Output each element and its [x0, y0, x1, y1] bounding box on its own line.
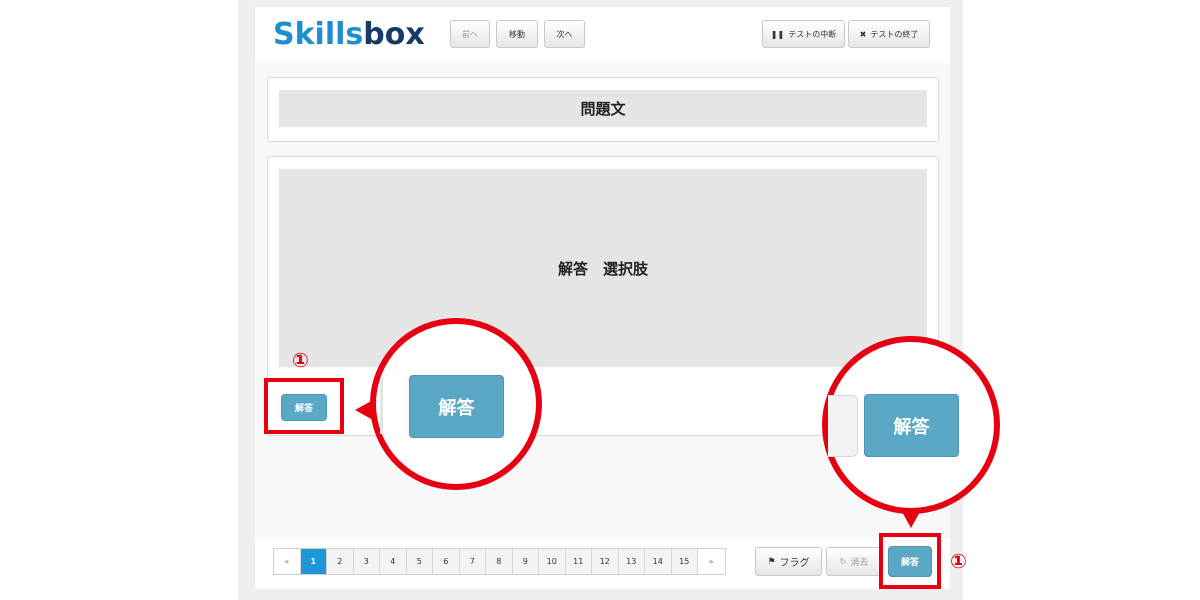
- move-button[interactable]: 移動: [496, 20, 538, 48]
- page-5[interactable]: 5: [406, 549, 433, 574]
- next-button-label: 次へ: [556, 29, 573, 39]
- logo-part1: Skills: [273, 17, 364, 52]
- end-test-label: テストの終了: [870, 29, 919, 39]
- panel-edge: [380, 378, 383, 434]
- answer-choices: 解答 選択肢: [279, 169, 927, 367]
- move-button-label: 移動: [509, 29, 525, 39]
- clear-button[interactable]: ↻ 消去: [826, 547, 882, 576]
- page-1[interactable]: 1: [300, 549, 327, 574]
- page-9[interactable]: 9: [512, 549, 539, 574]
- answer-button-magnified-right: 解答: [864, 394, 959, 457]
- flag-button[interactable]: ⚑ フラグ: [755, 547, 822, 576]
- close-icon: ✖: [859, 29, 867, 39]
- page-10[interactable]: 10: [539, 549, 566, 574]
- page-15[interactable]: 15: [671, 549, 698, 574]
- clear-button-label: 消去: [850, 558, 869, 568]
- page-7[interactable]: 7: [459, 549, 486, 574]
- answer-button-small-label: 解答: [294, 404, 313, 414]
- callout-marker-right: ①: [950, 549, 967, 573]
- flag-icon: ⚑: [767, 556, 776, 567]
- answer-button-magnified-left: 解答: [409, 375, 504, 438]
- next-button[interactable]: 次へ: [544, 20, 585, 48]
- page-prev-button[interactable]: «: [274, 549, 301, 574]
- page-6[interactable]: 6: [433, 549, 460, 574]
- end-test-button[interactable]: ✖ テストの終了: [848, 20, 930, 48]
- suspend-test-button[interactable]: ❚❚ テストの中断: [762, 20, 845, 48]
- page-12[interactable]: 12: [592, 549, 619, 574]
- logo-part2: box: [363, 17, 425, 52]
- suspend-test-label: テストの中断: [788, 29, 837, 39]
- callout-marker-left: ①: [292, 348, 309, 372]
- prev-button[interactable]: 前へ: [450, 20, 490, 48]
- answer-submit-label: 解答: [900, 558, 919, 568]
- answer-submit-button[interactable]: 解答: [888, 546, 932, 577]
- page-11[interactable]: 11: [565, 549, 592, 574]
- logo: Skillsbox: [273, 17, 425, 52]
- pause-icon: ❚❚: [770, 29, 785, 39]
- page-next-button[interactable]: »: [698, 549, 725, 574]
- page-2[interactable]: 2: [327, 549, 354, 574]
- flag-button-label: フラグ: [779, 558, 810, 569]
- answer-button-magnified-right-label: 解答: [893, 416, 930, 438]
- answer-button-small[interactable]: 解答: [281, 394, 327, 421]
- page-13[interactable]: 13: [618, 549, 645, 574]
- answer-button-magnified-left-label: 解答: [438, 397, 475, 419]
- question-text: 問題文: [279, 90, 927, 127]
- clear-button-fragment: [828, 395, 858, 457]
- page-4[interactable]: 4: [380, 549, 407, 574]
- refresh-icon: ↻: [839, 557, 847, 566]
- pagination: « 1 2 3 4 5 6 7 8 9 10 11 12 13 14 15 »: [273, 548, 726, 575]
- page-3[interactable]: 3: [353, 549, 380, 574]
- prev-button-label: 前へ: [462, 29, 478, 39]
- page-8[interactable]: 8: [486, 549, 513, 574]
- pointer-arrow-down: [901, 510, 921, 528]
- page-14[interactable]: 14: [645, 549, 672, 574]
